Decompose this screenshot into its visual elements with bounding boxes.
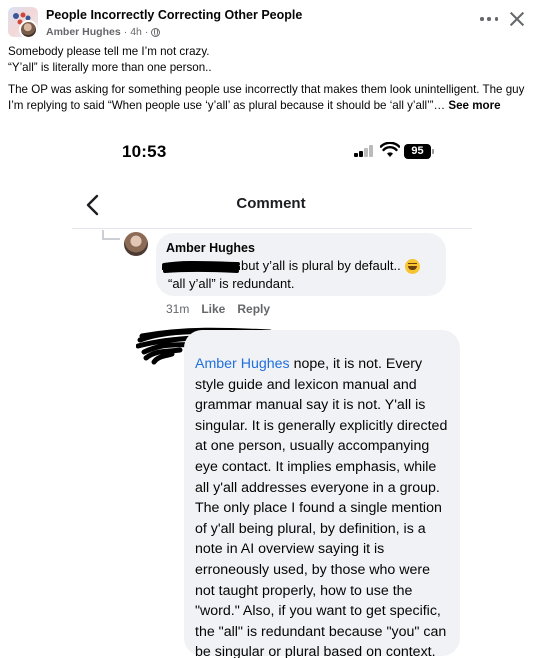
post-header: People Incorrectly Correcting Other Peop… [8,6,534,42]
author-avatar[interactable] [19,20,38,39]
comment-bubble-2: Amber Hughes nope, it is not. Every styl… [184,330,460,658]
comment-2-body: Amber Hughes nope, it is not. Every styl… [195,354,450,658]
battery-level: 95 [404,144,431,159]
post-text-paragraph: The OP was asking for something people u… [8,82,534,114]
status-time: 10:53 [122,142,167,161]
commenter-name[interactable]: Amber Hughes [166,240,434,256]
group-name[interactable]: People Incorrectly Correcting Other Peop… [46,8,302,22]
comment-1-text-line1: but y’all is plural by default.. [241,258,401,273]
comment-1-actions: 31m Like Reply [166,302,270,316]
author-name[interactable]: Amber Hughes [46,26,121,38]
post-text-line1: Somebody please tell me I’m not crazy. [8,45,210,58]
close-icon[interactable] [508,10,526,28]
mention-link[interactable]: Amber Hughes [195,356,290,372]
reply-button[interactable]: Reply [237,302,270,316]
comment-1-text-line2: “all y’all” is redundant. [168,276,295,291]
commenter-avatar[interactable] [124,232,148,256]
nav-divider [72,228,472,229]
see-more-link[interactable]: See more [448,99,500,112]
post-text-line2: “Y’all” is literally more than one perso… [8,61,212,74]
globe-icon [151,27,161,37]
post-text-paragraph2: The OP was asking for something people u… [8,83,525,112]
comment-2-text: nope, it is not. Every style guide and l… [195,356,448,658]
like-button[interactable]: Like [201,302,225,316]
wifi-icon [380,142,400,157]
post-meta: Amber Hughes · 4h · [46,26,161,38]
thread-line-branch [102,238,120,240]
meta-separator-2: · [144,26,149,38]
comment-age: 31m [166,302,190,316]
more-icon[interactable] [480,12,498,26]
redaction-scribble [162,260,240,273]
meta-separator: · [123,26,128,38]
comment-bubble-1: Amber Hughes but y’all is plural by defa… [156,233,446,296]
battery-icon: 95 [404,144,436,159]
nav-title: Comment [236,195,306,212]
post-text-intro: Somebody please tell me I’m not crazy. “… [8,44,534,76]
post-time[interactable]: 4h [130,26,142,38]
comment-1-body: but y’all is plural by default.. “all y’… [162,257,434,293]
signal-icon [354,145,376,157]
attached-screenshot[interactable]: 10:53 95 Comment Amber Hughes but y’all … [0,122,542,658]
laughing-emoji-icon [404,258,420,274]
